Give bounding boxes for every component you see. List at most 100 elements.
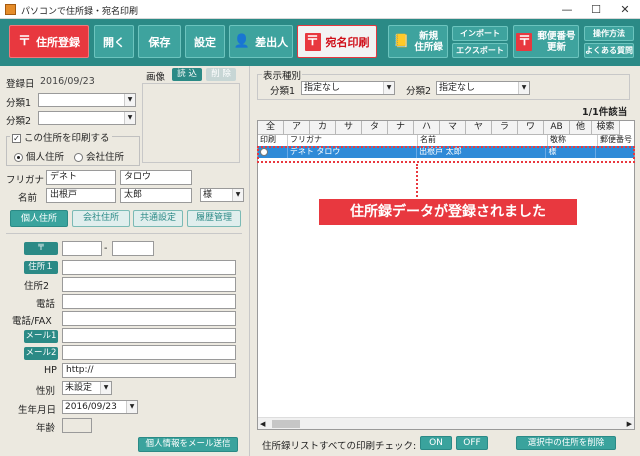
scroll-left-icon[interactable]: ◀ [260, 418, 265, 429]
close-button[interactable]: ✕ [614, 2, 636, 17]
print-all-on-button[interactable]: ON [420, 436, 452, 450]
reg-date-label: 登録日 [6, 79, 35, 90]
phone-fax-input[interactable] [62, 311, 236, 326]
image-area[interactable] [142, 83, 240, 163]
kana-tab[interactable]: タ [362, 121, 388, 135]
kana-tab[interactable]: 他 [570, 121, 592, 135]
kana-tab[interactable]: ナ [388, 121, 414, 135]
image-load-button[interactable]: 読 込 [172, 68, 202, 81]
postal-update-button[interactable]: 〒 郵便番号 更新 [513, 25, 579, 58]
kana-tab[interactable]: ワ [518, 121, 544, 135]
scroll-thumb[interactable] [272, 420, 300, 428]
print-all-off-button[interactable]: OFF [456, 436, 488, 450]
honorific-select[interactable]: 様 ▼ [200, 188, 244, 202]
furigana-last-input[interactable]: デネト [46, 170, 116, 185]
delete-selected-button[interactable]: 選択中の住所を削除 [516, 436, 616, 450]
chevron-down-icon: ▼ [232, 189, 243, 201]
mail1-tag[interactable]: メール1 [24, 330, 58, 343]
phone-input[interactable] [62, 294, 236, 309]
cat2-select[interactable]: ▼ [38, 111, 136, 125]
address1-input[interactable] [62, 260, 236, 275]
mail2-tag[interactable]: メール2 [24, 347, 58, 360]
gender-select[interactable]: 未設定 ▼ [62, 381, 112, 395]
chevron-down-icon: ▼ [124, 112, 135, 124]
mail1-input[interactable] [62, 328, 236, 343]
howto-button[interactable]: 操作方法 [584, 26, 634, 41]
tab-common[interactable]: 共通設定 [133, 210, 183, 227]
faq-button[interactable]: よくある質問 [584, 43, 634, 58]
search-tab[interactable]: 検索 [592, 121, 620, 135]
open-button[interactable]: 開く [94, 25, 134, 58]
kana-tab[interactable]: サ [336, 121, 362, 135]
col-honorific[interactable]: 敬称 [548, 135, 598, 146]
kana-tab[interactable]: マ [440, 121, 466, 135]
postal-dash: - [104, 243, 108, 254]
mail2-input[interactable] [62, 345, 236, 360]
postcard-icon: 〒 [304, 32, 321, 51]
address2-label: 住所2 [24, 281, 50, 292]
chevron-down-icon: ▼ [124, 94, 135, 106]
settings-button[interactable]: 設定 [185, 25, 225, 58]
list-cat2-label: 分類2 [406, 86, 432, 97]
tab-company[interactable]: 会社住所 [72, 210, 130, 227]
tab-personal[interactable]: 個人住所 [10, 210, 68, 227]
hp-input[interactable]: http:// [62, 363, 236, 378]
maximize-button[interactable]: ☐ [585, 2, 607, 17]
image-delete-button[interactable]: 削 除 [206, 68, 236, 81]
last-name-input[interactable]: 出根戸 [46, 188, 116, 203]
chevron-down-icon: ▼ [518, 82, 529, 94]
list-cat1-select[interactable]: 指定なし ▼ [301, 81, 395, 95]
gender-label: 性別 [36, 386, 56, 397]
list-cat2-select[interactable]: 指定なし ▼ [436, 81, 530, 95]
export-button[interactable]: エクスポート [452, 43, 508, 58]
kana-tab[interactable]: ハ [414, 121, 440, 135]
postal-tag[interactable]: 〒 [24, 242, 58, 255]
divider [6, 233, 242, 234]
result-count: 1/1件該当 [582, 107, 628, 118]
furigana-first-input[interactable]: タロウ [120, 170, 192, 185]
save-button[interactable]: 保存 [138, 25, 181, 58]
new-addressbook-button[interactable]: 📒 新規 住所録 [388, 25, 448, 58]
kana-tab[interactable]: AB [544, 121, 570, 135]
sender-label: 差出人 [255, 35, 289, 49]
radio-company[interactable]: 会社住所 [74, 149, 124, 163]
kana-tab[interactable]: カ [310, 121, 336, 135]
print-check[interactable]: ✓ この住所を印刷する [10, 130, 112, 144]
horizontal-scrollbar[interactable]: ◀ ▶ [258, 417, 634, 429]
first-name-input[interactable]: 太郎 [120, 188, 192, 203]
address2-input[interactable] [62, 277, 236, 292]
postal-code-1[interactable] [62, 241, 102, 256]
birthdate-select[interactable]: 2016/09/23 ▼ [62, 400, 138, 414]
radio-personal[interactable]: 個人住所 [14, 149, 64, 163]
scroll-right-icon[interactable]: ▶ [627, 418, 632, 429]
registered-toast: 住所録データが登録されました [319, 199, 577, 225]
col-postal[interactable]: 郵便番号 [598, 135, 634, 146]
highlight-connector [416, 164, 418, 197]
register-address-button[interactable]: 〒住所登録 [9, 25, 89, 58]
kana-tab[interactable]: ヤ [466, 121, 492, 135]
sender-button[interactable]: 👤 差出人 [229, 25, 293, 58]
address1-tag[interactable]: 住所１ [24, 261, 58, 274]
address-form-panel: 登録日 2016/09/23 分類1 ▼ 分類2 ▼ 画像 読 込 削 除 ✓ … [0, 66, 249, 456]
tab-history[interactable]: 履歴管理 [187, 210, 241, 227]
import-button[interactable]: インポート [452, 26, 508, 41]
kana-tab[interactable]: ラ [492, 121, 518, 135]
send-mail-button[interactable]: 個人情報をメール送信 [138, 437, 238, 452]
col-furigana[interactable]: フリガナ [288, 135, 418, 146]
minimize-button[interactable]: — [556, 2, 578, 17]
phone-fax-label: 電話/FAX [12, 316, 52, 327]
col-name[interactable]: 名前 [418, 135, 548, 146]
window-title: パソコンで住所録・宛名印刷 [21, 7, 139, 17]
cat1-select[interactable]: ▼ [38, 93, 136, 107]
col-print[interactable]: 印刷 [258, 135, 288, 146]
cat2-label: 分類2 [6, 116, 32, 127]
print-check-label: 住所録リストすべての印刷チェック: [262, 441, 417, 452]
address-list[interactable]: 全 ア カ サ タ ナ ハ マ ヤ ラ ワ AB 他 検索 印刷 フリガナ 名前… [257, 120, 635, 430]
kana-tab[interactable]: ア [284, 121, 310, 135]
cat1-label: 分類1 [6, 98, 32, 109]
age-label: 年齢 [36, 423, 56, 434]
kana-tab[interactable]: 全 [258, 121, 284, 135]
birth-label: 生年月日 [18, 405, 57, 416]
postal-code-2[interactable] [112, 241, 154, 256]
print-address-button[interactable]: 〒宛名印刷 [297, 25, 377, 58]
